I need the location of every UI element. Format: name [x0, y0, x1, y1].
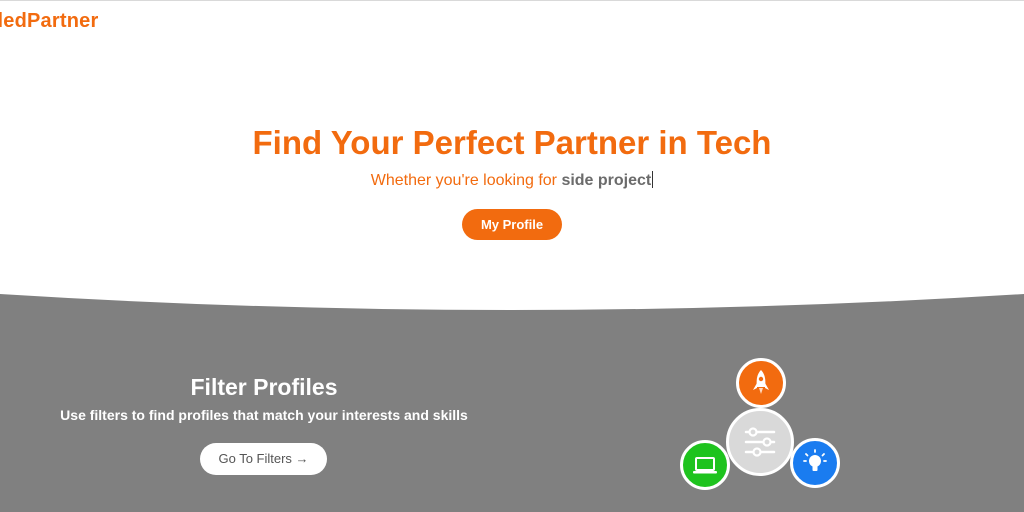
hero-section: Find Your Perfect Partner in Tech Whethe…	[0, 0, 1024, 300]
sliders-circle	[726, 408, 794, 476]
text-caret	[652, 171, 654, 188]
typed-text: side project	[561, 172, 652, 189]
filter-profiles-title: Filter Profiles	[190, 374, 338, 400]
sliders-icon	[744, 427, 776, 457]
laptop-circle	[680, 440, 730, 490]
filter-profiles-description: Use filters to find profiles that match …	[60, 407, 468, 423]
go-to-filters-button[interactable]: Go To Filters →	[200, 443, 327, 475]
rocket-circle	[736, 358, 786, 408]
feature-graphic	[676, 356, 846, 496]
hero-subtitle-prefix: Whether you're looking for	[370, 172, 562, 189]
filter-profiles-block: Filter Profiles Use filters to find prof…	[0, 372, 528, 424]
hero-subtitle: Whether you're looking for side project	[0, 170, 1024, 192]
laptop-icon	[693, 457, 717, 474]
page: illedPartner Find Your Perfect Partner i…	[0, 0, 1024, 512]
rocket-icon	[753, 370, 769, 394]
my-profile-button[interactable]: My Profile	[462, 209, 562, 240]
lightbulb-circle	[790, 438, 840, 488]
hero-title: Find Your Perfect Partner in Tech	[252, 124, 772, 161]
lightbulb-icon	[803, 449, 827, 471]
